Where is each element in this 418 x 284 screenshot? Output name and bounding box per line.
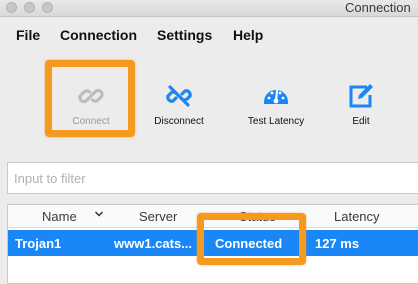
filter-input[interactable] <box>8 163 418 193</box>
edit-icon <box>349 84 373 108</box>
column-header-status[interactable]: Status <box>239 209 276 224</box>
chevron-down-icon[interactable] <box>94 208 104 220</box>
menu-settings[interactable]: Settings <box>157 27 212 43</box>
edit-button[interactable]: Edit <box>316 70 406 136</box>
menu-help[interactable]: Help <box>233 27 263 43</box>
cell-server: www1.cats... <box>114 236 193 251</box>
minimize-window-button[interactable] <box>24 2 35 13</box>
cell-name: Trojan1 <box>15 236 62 251</box>
broken-link-icon <box>166 85 192 107</box>
window-title: Connection <box>345 0 411 15</box>
menu-bar: File Connection Settings Help <box>0 17 418 55</box>
menu-connection[interactable]: Connection <box>60 27 137 43</box>
close-window-button[interactable] <box>6 2 17 13</box>
column-header-latency[interactable]: Latency <box>334 209 380 224</box>
filter-field[interactable] <box>7 162 418 194</box>
connect-label: Connect <box>72 116 110 127</box>
column-header-server[interactable]: Server <box>139 209 177 224</box>
cell-status: Connected <box>215 236 283 251</box>
connections-table: Name Server Status Latency Trojan1 www1.… <box>7 204 418 284</box>
test-latency-label: Test Latency <box>247 116 305 127</box>
connect-button[interactable]: Connect <box>46 70 136 136</box>
link-icon <box>78 88 104 104</box>
table-row[interactable]: Trojan1 www1.cats... Connected 127 ms <box>8 230 418 256</box>
column-header-name[interactable]: Name <box>42 209 77 224</box>
menu-file[interactable]: File <box>16 27 40 43</box>
zoom-window-button[interactable] <box>42 2 53 13</box>
edit-label: Edit <box>352 116 370 127</box>
toolbar: Connect Disconnect Test Latency Edit <box>0 70 418 140</box>
cell-latency: 127 ms <box>315 236 360 251</box>
disconnect-label: Disconnect <box>154 116 204 127</box>
title-bar: Connection <box>0 0 418 17</box>
test-latency-button[interactable]: Test Latency <box>231 70 321 136</box>
table-header: Name Server Status Latency <box>8 205 418 228</box>
disconnect-button[interactable]: Disconnect <box>134 70 224 136</box>
speedometer-icon <box>264 89 288 104</box>
